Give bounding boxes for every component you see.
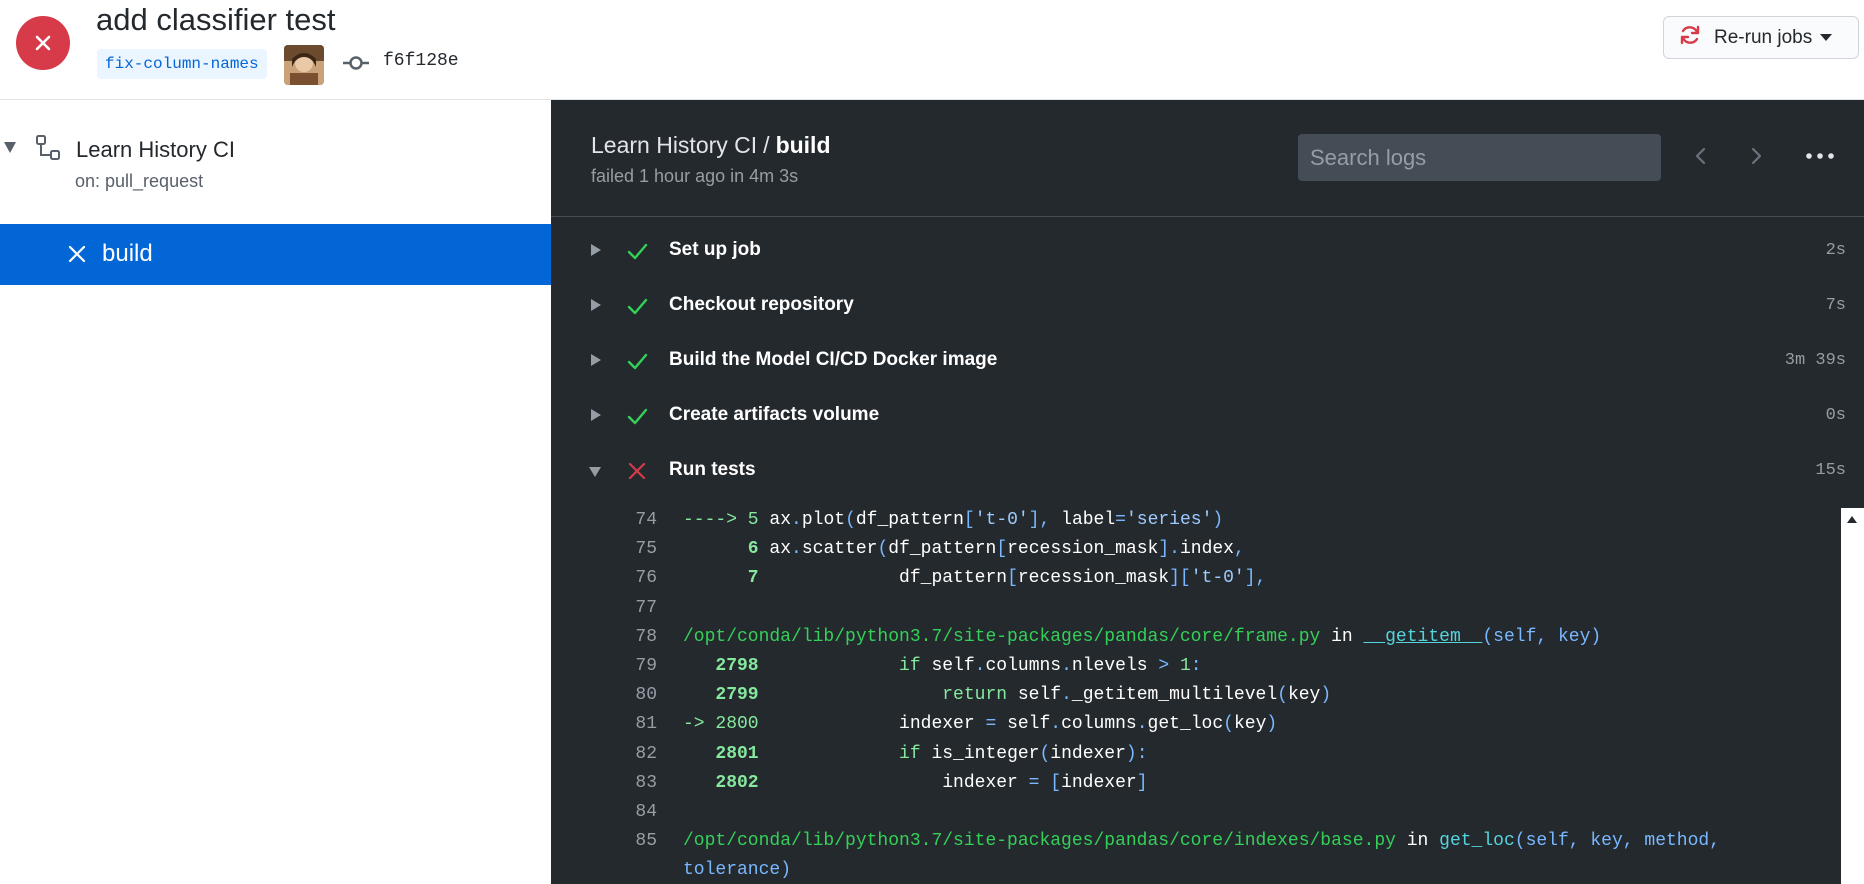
log-line-number[interactable]: 76	[551, 568, 657, 588]
log-line-number[interactable]: 84	[551, 802, 657, 822]
log-line-text: 2798 if self.columns.nlevels > 1:	[683, 656, 1202, 676]
log-line: 83 2802 indexer = [indexer]	[551, 773, 1841, 802]
run-title: add classifier test	[96, 2, 336, 37]
log-line-text: /opt/conda/lib/python3.7/site-packages/p…	[683, 626, 1602, 647]
search-logs-input[interactable]	[1298, 134, 1661, 181]
step-name: Set up job	[669, 239, 761, 260]
log-line-number[interactable]: 81	[551, 714, 657, 734]
job-log-panel: Learn History CI / build failed 1 hour ago…	[551, 100, 1864, 884]
chevron-right-icon[interactable]	[1744, 144, 1768, 168]
chevron-right-icon	[591, 299, 601, 311]
sidebar-job-label: build	[102, 240, 153, 267]
breadcrumb-separator: /	[763, 132, 770, 158]
rerun-jobs-button[interactable]: Re-run jobs	[1663, 16, 1859, 59]
chevron-right-icon	[591, 409, 601, 421]
log-line-text: ----> 5 ax.plot(df_pattern['t-0'], label…	[683, 510, 1224, 530]
step-duration: 3m 39s	[1784, 351, 1846, 370]
workflow-sidebar	[0, 100, 551, 884]
step-name: Build the Model CI/CD Docker image	[669, 349, 998, 370]
log-line-number[interactable]: 74	[551, 510, 657, 530]
workflow-collapse-toggle[interactable]	[4, 142, 16, 153]
job-run-meta: failed 1 hour ago in 4m 3s	[591, 166, 799, 186]
step-create-artifacts-volume[interactable]: Create artifacts volume 0s	[551, 393, 1864, 439]
workflow-icon	[35, 134, 63, 162]
log-line-number[interactable]: 80	[551, 685, 657, 705]
avatar[interactable]	[284, 45, 324, 85]
log-line: 79 2798 if self.columns.nlevels > 1:	[551, 656, 1841, 685]
step-name: Checkout repository	[669, 294, 854, 315]
log-line: 81 -> 2800 indexer = self.columns.get_loc…	[551, 714, 1841, 743]
step-duration: 2s	[1825, 241, 1846, 260]
log-line: 84	[551, 802, 1841, 831]
log-line: 78/opt/conda/lib/python3.7/site-packages…	[551, 627, 1841, 656]
chevron-down-icon	[589, 467, 601, 477]
sync-icon	[1678, 23, 1702, 52]
run-header: add classifier test fix-column-names f6f…	[0, 0, 1864, 100]
log-line-number[interactable]: 77	[551, 598, 657, 618]
log-line-number[interactable]: 78	[551, 627, 657, 647]
log-line: 75 6 ax.scatter(df_pattern[recession_mas…	[551, 539, 1841, 568]
kebab-horizontal-icon[interactable]	[1804, 148, 1836, 164]
chevron-down-icon	[1820, 34, 1833, 41]
step-build-docker-image[interactable]: Build the Model CI/CD Docker image 3m 39…	[551, 338, 1864, 384]
log-line: 82 2801 if is_integer(indexer):	[551, 744, 1841, 773]
log-line-text: tolerance)	[683, 860, 792, 881]
log-line-text: 2802 indexer = [indexer]	[683, 772, 1148, 793]
log-line-text: 7 df_pattern[recession_mask]['t-0'],	[683, 568, 1267, 589]
scroll-up-arrow-icon[interactable]	[1847, 516, 1857, 523]
check-icon	[626, 240, 648, 262]
x-icon	[67, 244, 87, 264]
log-line-number[interactable]: 75	[551, 539, 657, 559]
step-duration: 15s	[1815, 461, 1846, 480]
log-line-text: /opt/conda/lib/python3.7/site-packages/p…	[683, 831, 1720, 852]
commit-sha[interactable]: f6f128e	[383, 51, 459, 71]
log-line-text: 2799 return self._getitem_multilevel(key…	[683, 685, 1332, 706]
log-panel-header: Learn History CI / build failed 1 hour ago…	[551, 100, 1864, 217]
step-log-output: 74 ----> 5 ax.plot(df_pattern['t-0'], lab…	[551, 504, 1841, 884]
x-icon	[626, 460, 648, 482]
log-line-text: -> 2800 indexer = self.columns.get_loc(k…	[683, 714, 1278, 735]
step-set-up-job[interactable]: Set up job 2s	[551, 228, 1864, 274]
rerun-jobs-label: Re-run jobs	[1714, 26, 1813, 48]
breadcrumb: Learn History CI / build	[591, 132, 831, 159]
step-duration: 7s	[1825, 296, 1846, 315]
log-line-number[interactable]: 83	[551, 773, 657, 793]
step-name: Create artifacts volume	[669, 404, 880, 425]
x-circle-icon	[16, 16, 70, 70]
log-line: 80 2799 return self._getitem_multilevel(…	[551, 685, 1841, 714]
check-icon	[626, 350, 648, 372]
branch-badge[interactable]: fix-column-names	[97, 49, 267, 79]
log-scrollbar[interactable]	[1841, 508, 1864, 884]
step-run-tests[interactable]: Run tests 15s	[551, 448, 1864, 494]
breadcrumb-workflow[interactable]: Learn History CI	[591, 132, 757, 158]
step-name: Run tests	[669, 459, 756, 480]
chevron-right-icon	[591, 244, 601, 256]
chevron-right-icon	[591, 354, 601, 366]
log-line: tolerance)	[551, 860, 1841, 884]
log-line: 77	[551, 598, 1841, 627]
log-line-number[interactable]: 79	[551, 656, 657, 676]
log-line-text: 6 ax.scatter(df_pattern[recession_mask].…	[683, 539, 1245, 560]
git-commit-icon	[343, 54, 369, 72]
workflow-trigger: on: pull_request	[75, 171, 204, 191]
sidebar-job-build[interactable]: build	[0, 224, 551, 285]
step-duration: 0s	[1825, 406, 1846, 425]
log-line: 74 ----> 5 ax.plot(df_pattern['t-0'], lab…	[551, 510, 1841, 539]
step-checkout-repository[interactable]: Checkout repository 7s	[551, 283, 1864, 329]
log-line-text: 2801 if is_integer(indexer):	[683, 743, 1148, 764]
chevron-left-icon[interactable]	[1689, 144, 1713, 168]
check-icon	[626, 405, 648, 427]
log-line-number[interactable]: 85	[551, 831, 657, 851]
check-icon	[626, 295, 648, 317]
breadcrumb-job: build	[775, 132, 831, 158]
log-line: 85/opt/conda/lib/python3.7/site-packages…	[551, 831, 1841, 860]
log-line-number[interactable]: 82	[551, 744, 657, 764]
workflow-name[interactable]: Learn History CI	[76, 137, 235, 163]
log-line: 76 7 df_pattern[recession_mask]['t-0'],	[551, 568, 1841, 597]
